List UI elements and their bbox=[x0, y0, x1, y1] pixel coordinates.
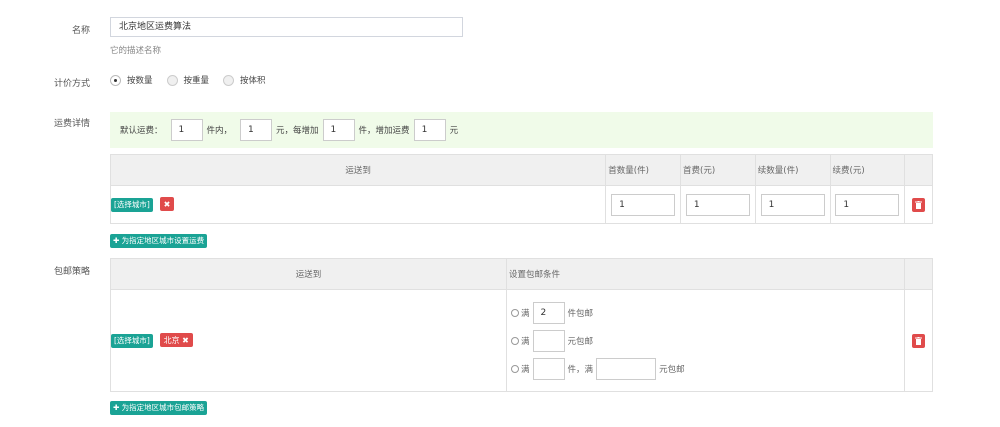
destination-cell: [选择城市] ✖ bbox=[109, 185, 607, 224]
city-tag-beijing[interactable]: 北京 ✖ bbox=[159, 333, 193, 348]
radio-label: 按重量 bbox=[183, 76, 210, 86]
first-fee-cell: 1 bbox=[680, 185, 756, 224]
header-destination: 运送到 bbox=[109, 258, 508, 290]
actions-cell bbox=[904, 185, 933, 224]
pricing-label: 计价方式 bbox=[53, 79, 90, 89]
first-fee-input[interactable]: 1 bbox=[685, 193, 750, 216]
name-input[interactable]: 北京地区运费算法 bbox=[110, 17, 463, 37]
add-freight-rule-wrap: ✚ 为指定地区城市设置运费 bbox=[110, 234, 208, 248]
header-actions bbox=[904, 154, 933, 186]
default-freight-prefix: 默认运费： bbox=[120, 126, 163, 136]
freight-table: 运送到 首数量(件) 首费(元) 续数量(件) 续费(元) [选择城市] ✖ 1… bbox=[109, 154, 933, 224]
condition-row: 满 件，满 元包邮 bbox=[511, 357, 904, 380]
condition-text: 件包邮 bbox=[567, 308, 594, 319]
radio-label: 按数量 bbox=[127, 76, 153, 86]
condition-row: 满 2 件包邮 bbox=[511, 301, 904, 324]
condition-text: 元包邮 bbox=[567, 336, 594, 347]
add-fee-cell: 1 bbox=[829, 185, 906, 224]
first-fee-input[interactable]: 1 bbox=[240, 119, 273, 141]
add-qty-input[interactable]: 1 bbox=[760, 193, 825, 216]
radio-circle-icon[interactable] bbox=[166, 74, 178, 86]
add-fee-input[interactable]: 1 bbox=[835, 193, 900, 216]
first-qty-cell: 1 bbox=[605, 185, 682, 224]
destination-cell: [选择城市] 北京 ✖ bbox=[109, 289, 508, 392]
select-city-button[interactable]: [选择城市] bbox=[111, 333, 153, 348]
add-qty-input[interactable]: 1 bbox=[322, 119, 355, 141]
delete-row-button[interactable] bbox=[912, 333, 926, 348]
condition-amount-input[interactable] bbox=[532, 329, 565, 352]
radio-circle-icon[interactable] bbox=[511, 336, 520, 345]
add-fee-input[interactable]: 1 bbox=[413, 119, 446, 141]
delete-row-button[interactable] bbox=[912, 197, 926, 212]
remove-destination-button[interactable]: ✖ bbox=[159, 197, 175, 212]
header-destination: 运送到 bbox=[109, 154, 607, 186]
condition-qty-input[interactable]: 2 bbox=[532, 301, 565, 324]
header-add-fee: 续费(元) bbox=[829, 154, 906, 186]
add-free-rule-button[interactable]: ✚ 为指定地区城市包邮策略 bbox=[110, 401, 208, 415]
name-help-text: 它的描述名称 bbox=[110, 46, 162, 56]
header-first-qty: 首数量(件) bbox=[605, 154, 682, 186]
actions-cell bbox=[904, 289, 933, 392]
header-actions bbox=[904, 258, 933, 290]
radio-circle-icon[interactable] bbox=[511, 364, 520, 373]
radio-circle-icon[interactable] bbox=[223, 74, 235, 86]
default-freight-box: 默认运费： 1 件内， 1 元，每增加 1 件，增加运费 1 元 bbox=[110, 112, 933, 148]
first-qty-input[interactable]: 1 bbox=[611, 193, 676, 216]
condition-text: 满 bbox=[521, 336, 530, 347]
add-freight-rule-button[interactable]: ✚ 为指定地区城市设置运费 bbox=[110, 234, 208, 248]
radio-by-weight[interactable]: 按重量 bbox=[166, 74, 210, 86]
unit-text: 元，每增加 bbox=[276, 126, 319, 136]
free-shipping-label: 包邮策略 bbox=[53, 267, 90, 277]
header-first-fee: 首费(元) bbox=[680, 154, 756, 186]
condition-text: 件，满 bbox=[567, 364, 594, 375]
table-row: [选择城市] ✖ 1 1 1 1 bbox=[109, 185, 933, 224]
condition-row: 满 元包邮 bbox=[511, 329, 904, 352]
condition-text: 满 bbox=[521, 364, 530, 375]
select-city-button[interactable]: [选择城市] bbox=[111, 197, 153, 212]
table-row: [选择城市] 北京 ✖ 满 2 件包邮 满 元包邮 满 件，满 元包邮 bbox=[109, 289, 933, 392]
free-shipping-table: 运送到 设置包邮条件 [选择城市] 北京 ✖ 满 2 件包邮 满 元包邮 满 件… bbox=[109, 258, 933, 392]
condition-qty-input[interactable] bbox=[532, 357, 565, 380]
table-header-row: 运送到 首数量(件) 首费(元) 续数量(件) 续费(元) bbox=[109, 154, 933, 186]
radio-label: 按体积 bbox=[240, 76, 266, 86]
condition-text: 元包邮 bbox=[659, 364, 685, 375]
radio-by-quantity[interactable]: 按数量 bbox=[110, 74, 153, 86]
add-qty-cell: 1 bbox=[754, 185, 831, 224]
radio-by-volume[interactable]: 按体积 bbox=[223, 74, 266, 86]
unit-text: 件内， bbox=[206, 126, 233, 136]
header-add-qty: 续数量(件) bbox=[754, 154, 831, 186]
table-header-row: 运送到 设置包邮条件 bbox=[109, 258, 933, 290]
header-conditions: 设置包邮条件 bbox=[506, 258, 906, 290]
pricing-radio-group: 按数量 按重量 按体积 bbox=[110, 74, 280, 86]
conditions-cell: 满 2 件包邮 满 元包邮 满 件，满 元包邮 bbox=[506, 289, 906, 392]
unit-text: 件，增加运费 bbox=[358, 126, 410, 136]
trash-icon bbox=[915, 336, 923, 345]
condition-amount-input[interactable] bbox=[596, 357, 657, 380]
condition-text: 满 bbox=[521, 308, 530, 319]
unit-text: 元 bbox=[449, 126, 459, 136]
radio-circle-icon[interactable] bbox=[110, 74, 121, 86]
freight-label: 运费详情 bbox=[53, 119, 90, 129]
name-label: 名称 bbox=[71, 26, 90, 36]
radio-circle-icon[interactable] bbox=[511, 308, 520, 317]
first-qty-input[interactable]: 1 bbox=[170, 119, 203, 141]
add-free-rule-wrap: ✚ 为指定地区城市包邮策略 bbox=[110, 401, 208, 415]
trash-icon bbox=[915, 200, 923, 209]
